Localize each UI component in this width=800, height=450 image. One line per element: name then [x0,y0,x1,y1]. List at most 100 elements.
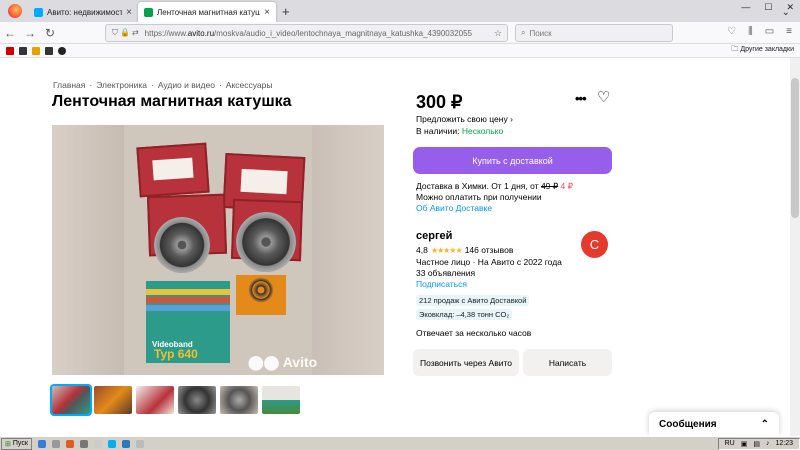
more-options-icon[interactable]: ••• [575,91,587,106]
close-window-icon[interactable]: ✕ [786,2,794,13]
quicklaunch-icon[interactable] [79,439,88,448]
seller-name[interactable]: сергей [416,230,452,242]
tab-avito-home[interactable]: Авито: недвижимость, транспо × [28,2,138,22]
toolbar-icons: ♡ ⫼ ▭ ≡ [727,26,792,37]
scrollbar-thumb[interactable] [791,78,799,218]
close-tab-icon[interactable]: × [264,7,270,18]
firefox-icon[interactable] [8,4,22,18]
new-tab-button[interactable]: + [282,4,290,19]
photo-blur-right [312,125,384,375]
page-title: Ленточная магнитная катушка [52,93,292,110]
price: 300 ₽ [416,92,463,112]
sales-badge: 212 продаж с Авито Доставкой [416,295,530,306]
telegram-icon[interactable] [121,439,130,448]
maximize-icon[interactable]: ☐ [764,2,772,13]
back-icon[interactable]: ← [0,26,20,40]
photo-content: Videoband Typ 640 [124,125,312,375]
quicklaunch-icon[interactable] [37,439,46,448]
bookmark-star-icon[interactable]: ☆ [494,28,502,39]
buy-with-delivery-button[interactable]: Купить с доставкой [413,147,612,174]
breadcrumb-link[interactable]: Главная [53,80,85,90]
bookmark-icon[interactable] [45,46,53,55]
reel-box-image [136,142,210,198]
search-placeholder: Поиск [529,28,552,38]
menu-icon[interactable]: ≡ [786,26,792,37]
bookmark-icon[interactable] [6,46,14,55]
skype-icon[interactable] [107,439,116,448]
avito-favicon-icon [144,7,153,17]
tab-listing[interactable]: Ленточная магнитная катушка × [138,2,276,22]
breadcrumb-separator: · [89,80,93,90]
browser-tab-strip: Авито: недвижимость, транспо × Ленточная… [0,0,800,22]
bookmark-icon[interactable] [19,46,27,55]
pay-on-receipt-text: Можно оплатить при получении [416,192,542,202]
bookmark-icon[interactable] [32,46,40,55]
minimize-icon[interactable]: — [741,2,750,13]
shield-lock-icon[interactable]: ⛉🔒⇄ [112,28,141,38]
main-photo[interactable]: Videoband Typ 640 ⬤⬤ Avito [52,125,384,375]
breadcrumb-link[interactable]: Электроника [96,80,147,90]
tray-icon[interactable]: ▣ [741,440,748,448]
address-bar[interactable]: ⛉🔒⇄ https://www.avito.ru/moskva/audio_i_… [105,24,508,42]
messages-panel[interactable]: Сообщения ⌃ [649,412,779,436]
windows-logo-icon: ⊞ [5,440,11,448]
breadcrumb-link[interactable]: Аудио и видео [158,80,215,90]
search-icon: ⌕ [521,28,526,37]
thumbnail[interactable] [136,386,174,414]
reviews-link[interactable]: 146 отзывов [465,245,514,255]
quicklaunch-icon[interactable] [51,439,60,448]
tape-reel-image [236,212,296,272]
taskbar: ⊞ Пуск RU ▣ ▤ ♪ 12:23 [0,436,800,450]
favorite-heart-icon[interactable]: ♡ [597,88,610,106]
sidebar-icon[interactable]: ▭ [765,26,774,37]
close-tab-icon[interactable]: × [126,7,132,18]
tray-icon[interactable]: ▤ [753,440,760,448]
tape-reel-image [154,217,210,273]
thumbnail[interactable] [50,384,92,416]
breadcrumb-separator: · [218,80,222,90]
thumbnail[interactable] [220,386,258,414]
search-input[interactable]: ⌕ Поиск [515,24,673,42]
thumbnail[interactable] [94,386,132,414]
seller-type: Частное лицо · На Авито с 2022 года [416,257,562,267]
start-button[interactable]: ⊞ Пуск [1,437,32,450]
thumbnail[interactable] [262,386,300,414]
eco-badge: Эковклад: –4,38 тонн CO₂ [416,309,513,320]
clock: 12:23 [775,440,793,447]
call-button[interactable]: Позвонить через Авито [413,349,519,376]
tab-title: Авито: недвижимость, транспо [47,7,123,17]
scrollbar[interactable] [790,58,800,436]
page-content: Главная · Электроника · Аудио и видео · Акс… [0,58,800,436]
about-delivery-link[interactable]: Об Авито Доставке [416,203,492,213]
firefox-taskbar-icon[interactable] [65,439,74,448]
tape-box-image: Videoband Typ 640 [146,281,230,363]
thumbnail[interactable] [178,386,216,414]
other-bookmarks[interactable]: 🗀 Другие закладки [731,45,794,56]
subscribe-link[interactable]: Подписаться [416,279,467,289]
quicklaunch-icon[interactable] [93,439,102,448]
url-text: https://www.avito.ru/moskva/audio_i_vide… [144,28,472,38]
language-indicator[interactable]: RU [725,440,735,447]
volume-icon[interactable]: ♪ [766,440,770,447]
breadcrumb-link[interactable]: Аксессуары [226,80,273,90]
breadcrumb: Главная · Электроника · Аудио и видео · Акс… [53,80,272,90]
delivery-info: Доставка в Химки. От 1 дня, от 49 ₽ 4 ₽ [416,181,574,191]
seller-ads-count[interactable]: 33 объявления [416,268,475,278]
chevron-up-icon[interactable]: ⌃ [761,419,769,430]
forward-icon[interactable]: → [20,26,40,40]
avito-favicon-icon [34,7,43,17]
message-button[interactable]: Написать [523,349,612,376]
bookmark-icon[interactable] [58,46,66,55]
reply-time: Отвечает за несколько часов [416,328,532,338]
rating-value: 4,8 [416,245,428,255]
offer-price-link[interactable]: Предложить свою цену › [416,114,513,124]
tape-type-text: Typ 640 [154,347,198,361]
system-tray: RU ▣ ▤ ♪ 12:23 [717,437,800,450]
pocket-icon[interactable]: ♡ [727,26,736,37]
quicklaunch-icon[interactable] [135,439,144,448]
rating-stars-icon: ★★★★★ [430,245,463,255]
photo-thumbnails [50,384,300,416]
library-icon[interactable]: ⫼ [748,26,753,37]
reload-icon[interactable]: ↻ [40,26,60,40]
avatar[interactable]: С [581,231,608,258]
